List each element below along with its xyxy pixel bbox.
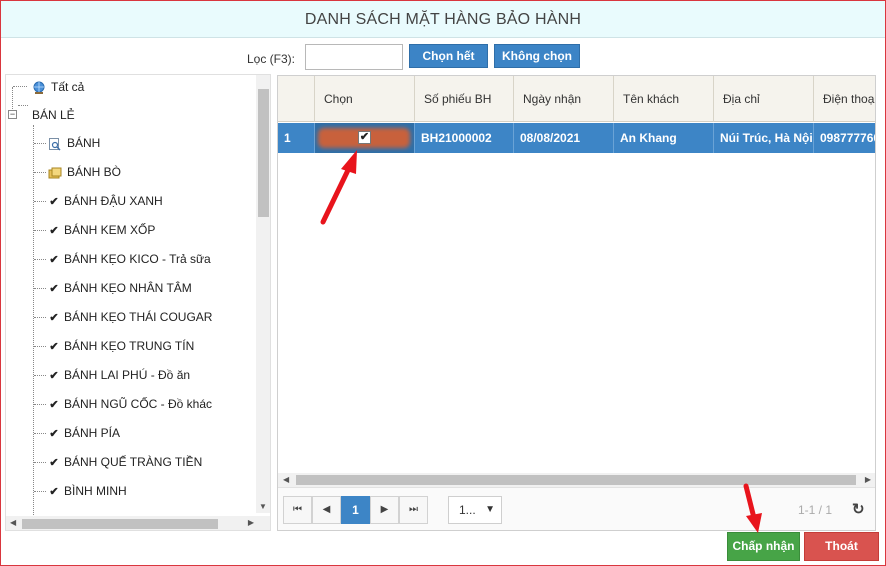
tree-item-label: BÁNH KẸO TRUNG TÍN xyxy=(64,339,195,353)
tree-item[interactable]: ✔ BÁNH KẸO THÁI COUGAR xyxy=(48,307,212,327)
check-icon: ✔ xyxy=(49,341,59,353)
deselect-all-button[interactable]: Không chọn xyxy=(494,44,580,68)
tree-item-label: BÁNH ĐẬU XANH xyxy=(64,194,163,208)
cell-dien-thoai: 098777760 xyxy=(813,123,875,153)
collapse-toggle[interactable]: − xyxy=(8,110,17,119)
cell-dia-chi: Núi Trúc, Hà Nội xyxy=(713,123,813,153)
cell-ngay-nhan: 08/08/2021 xyxy=(513,123,613,153)
warranty-grid: Chọn Số phiếu BH Ngày nhận Tên khách Địa… xyxy=(277,75,876,531)
tree-item[interactable]: ✔ BÁNH LAI PHÚ - Đồ ăn xyxy=(48,365,190,385)
tree-item[interactable]: BÁNH BÒ xyxy=(48,162,121,182)
col-chon[interactable]: Chọn xyxy=(314,76,414,122)
col-so-phieu[interactable]: Số phiếu BH xyxy=(414,76,513,122)
pager: ⏮ ◀ 1 ▶ ⏭ 1... ▼ 1-1 / 1 ↻ xyxy=(278,487,875,530)
tree-item-label: BÁNH NGŨ CỐC - Đồ khác xyxy=(64,397,213,411)
grid-horizontal-scrollbar[interactable]: ◀ ▶ xyxy=(278,473,875,487)
check-icon: ✔ xyxy=(49,254,59,266)
page-info: 1-1 / 1 xyxy=(798,503,833,517)
tree-group-label: BÁN LẺ xyxy=(32,108,75,122)
select-all-button[interactable]: Chọn hết xyxy=(409,44,488,68)
chevron-down-icon: ▼ xyxy=(485,504,495,515)
tree-item-label: BÌNH MINH xyxy=(64,484,127,498)
col-ngay-nhan[interactable]: Ngày nhận xyxy=(513,76,613,122)
exit-button[interactable]: Thoát xyxy=(804,532,879,561)
chon-cell[interactable]: ✔ xyxy=(314,123,414,153)
tree-item[interactable]: ✔ BÁNH KEM XỐP xyxy=(48,220,155,240)
search-doc-icon xyxy=(49,137,61,151)
tree-item-label: BÁNH QUẾ TRÀNG TIỀN xyxy=(64,455,203,469)
category-tree: Tất cả − BÁN LẺ BÁNH BÁNH BÒ ✔ BÁNH ĐẬU XAN… xyxy=(5,74,271,531)
check-icon: ✔ xyxy=(49,428,59,440)
tree-item-label: BÁNH PÍA xyxy=(64,426,121,440)
cell-so-phieu: BH21000002 xyxy=(414,123,513,153)
col-dien-thoai[interactable]: Điện thoại xyxy=(813,76,875,122)
check-icon: ✔ xyxy=(49,283,59,295)
tree-item-label: BÁNH KẸO THÁI COUGAR xyxy=(64,310,213,324)
next-page-icon[interactable]: ▶ xyxy=(370,496,399,524)
tree-item-all[interactable]: Tất cả xyxy=(32,77,84,97)
tree-vertical-scrollbar[interactable]: ▼ xyxy=(256,75,270,513)
check-icon: ✔ xyxy=(49,370,59,382)
tree-item[interactable]: ✔ BÁNH ĐẬU XANH xyxy=(48,191,163,211)
table-row[interactable]: 1 ✔ BH21000002 08/08/2021 An Khang Núi T… xyxy=(278,123,875,153)
tree-item[interactable]: ✔ BÁNH KẸO NHÂN TÂM xyxy=(48,278,192,298)
filter-input[interactable] xyxy=(305,44,403,70)
row-index: 1 xyxy=(284,131,291,145)
tree-horizontal-scrollbar[interactable]: ◀ ▶ xyxy=(6,516,270,530)
row-select-checkbox[interactable]: ✔ xyxy=(358,131,371,144)
tree-item-label: BÁNH KẸO NHÂN TÂM xyxy=(64,281,192,295)
tree-item-label: BÁNH LAI PHÚ - Đồ ăn xyxy=(64,368,191,382)
check-icon: ✔ xyxy=(49,225,59,237)
tree-item[interactable]: BÁNH xyxy=(48,133,100,153)
tree-item[interactable]: ✔ BÌNH MINH xyxy=(48,481,127,501)
first-page-icon[interactable]: ⏮ xyxy=(283,496,312,524)
last-page-icon[interactable]: ⏭ xyxy=(399,496,428,524)
check-icon: ✔ xyxy=(49,486,59,498)
tree-group-ban-le[interactable]: BÁN LẺ xyxy=(32,105,75,125)
tree-item-label: BÁNH xyxy=(67,136,101,150)
globe-icon xyxy=(33,81,45,94)
check-icon: ✔ xyxy=(49,399,59,411)
tree-item[interactable]: ✔ BÁNH PÍA xyxy=(48,423,120,443)
tree-item[interactable]: ✔ BÁNH NGŨ CỐC - Đồ khác xyxy=(48,394,212,414)
tree-item[interactable]: ✔ BÁNH KẸO TRUNG TÍN xyxy=(48,336,194,356)
col-index xyxy=(278,76,314,122)
col-dia-chi[interactable]: Địa chỉ xyxy=(713,76,813,122)
tree-item[interactable]: ✔ BÁNH QUẾ TRÀNG TIỀN xyxy=(48,452,202,472)
tree-item-all-label: Tất cả xyxy=(51,80,85,94)
current-page-button[interactable]: 1 xyxy=(341,496,370,524)
folder-icon xyxy=(48,167,62,179)
tree-item[interactable]: ✔ BÁNH KẸO KICO - Trả sữa xyxy=(48,249,211,269)
check-icon: ✔ xyxy=(49,312,59,324)
check-icon: ✔ xyxy=(49,457,59,469)
page-size-value: 1... xyxy=(459,503,476,517)
tree-item-label: BÁNH KEM XỐP xyxy=(64,223,156,237)
tree-item-label: BÁNH KẸO KICO - Trả sữa xyxy=(64,252,211,266)
check-icon: ✔ xyxy=(49,196,59,208)
page-size-select[interactable]: 1... ▼ xyxy=(448,496,502,524)
refresh-icon[interactable]: ↻ xyxy=(852,496,865,524)
dialog-title: DANH SÁCH MẶT HÀNG BẢO HÀNH xyxy=(1,1,885,38)
tree-item-label: BÁNH BÒ xyxy=(67,165,122,179)
prev-page-icon[interactable]: ◀ xyxy=(312,496,341,524)
col-ten-khach[interactable]: Tên khách xyxy=(613,76,713,122)
grid-header: Chọn Số phiếu BH Ngày nhận Tên khách Địa… xyxy=(278,76,875,122)
filter-label: Lọc (F3): xyxy=(247,52,296,66)
cell-ten-khach: An Khang xyxy=(613,123,713,153)
accept-button[interactable]: Chấp nhận xyxy=(727,532,800,561)
